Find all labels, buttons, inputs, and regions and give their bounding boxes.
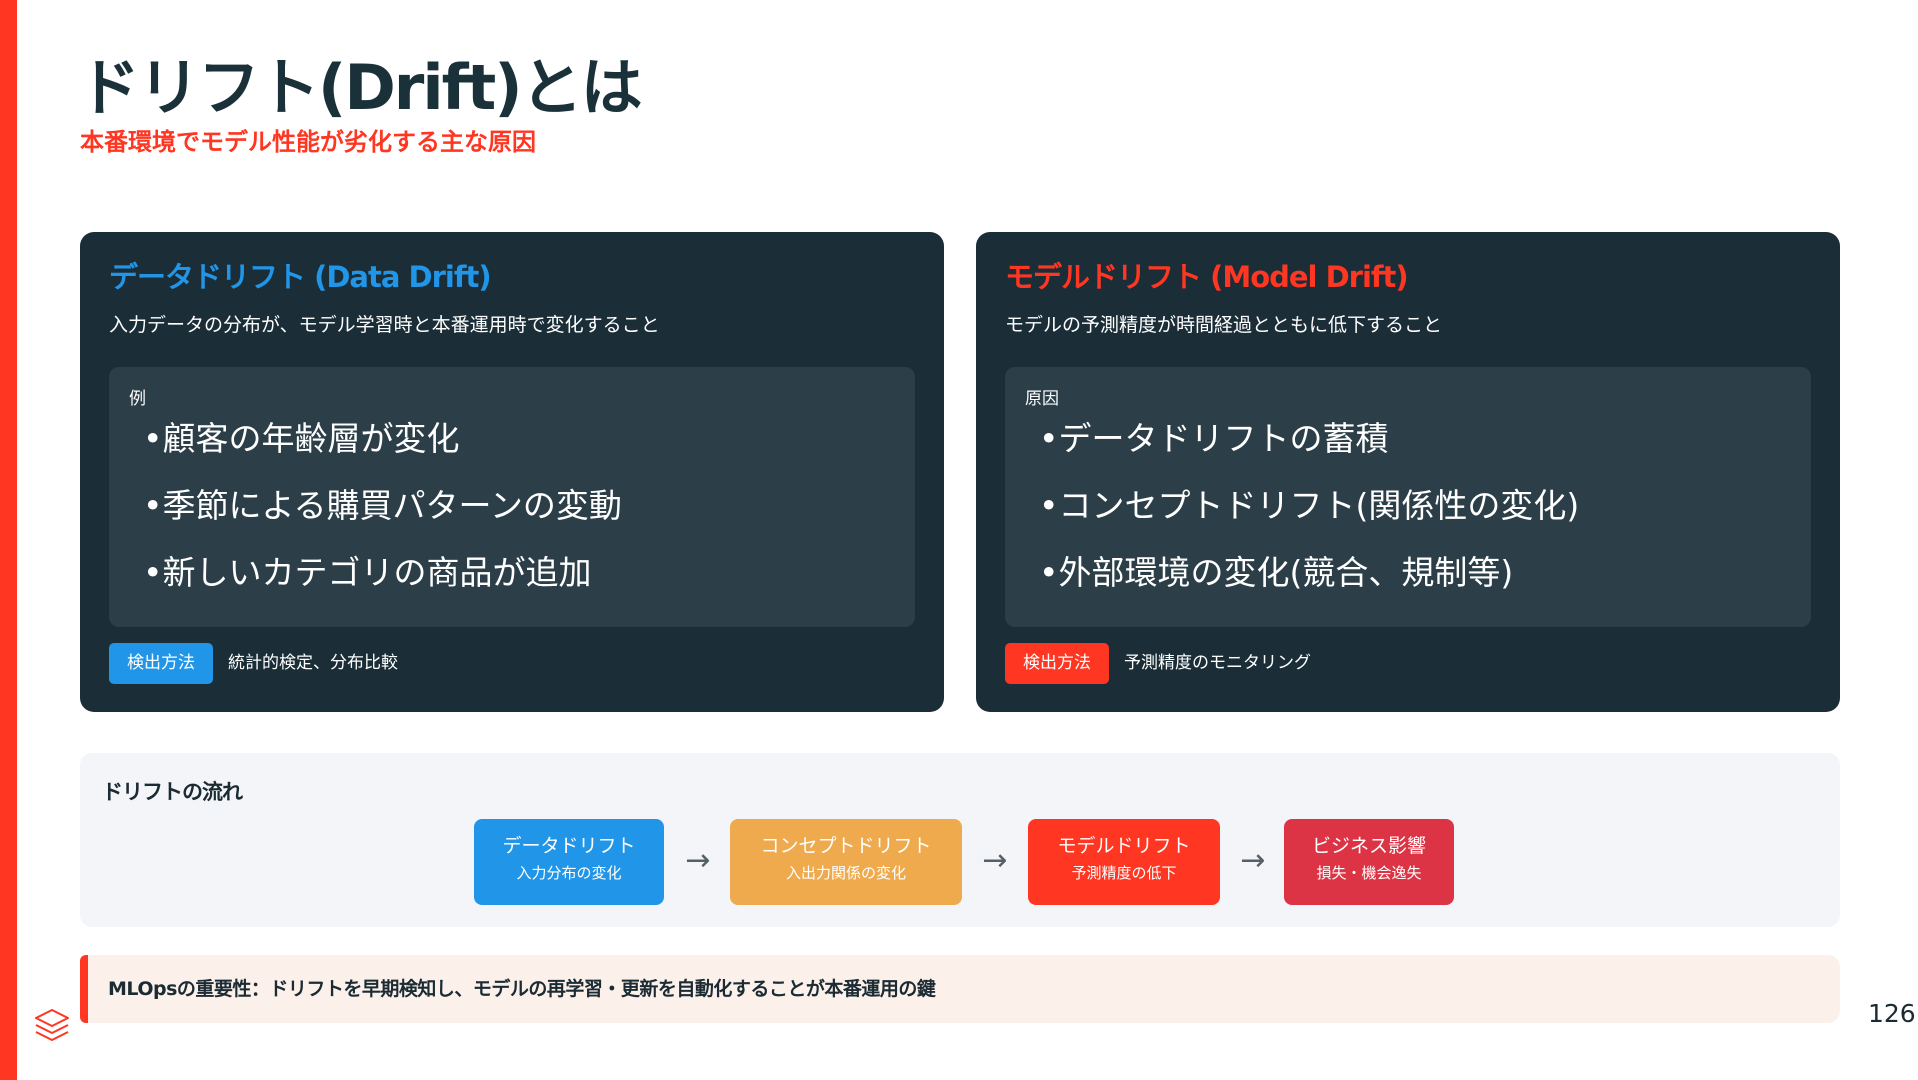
- drift-flow-panel: ドリフトの流れ データドリフト 入力分布の変化 → コンセプトドリフト 入出力関…: [80, 753, 1840, 927]
- examples-label: 例: [129, 389, 146, 409]
- card-description: モデルの予測精度が時間経過とともに低下すること: [1005, 314, 1443, 336]
- data-drift-card: データドリフト (Data Drift) 入力データの分布が、モデル学習時と本番…: [80, 232, 944, 712]
- flow-step-subtitle: 入力分布の変化: [516, 864, 622, 882]
- causes-list: データドリフトの蓄積 コンセプトドリフト(関係性の変化) 外部環境の変化(競合、…: [1039, 419, 1579, 620]
- mlops-importance-note: MLOpsの重要性：ドリフトを早期検知し、モデルの再学習・更新を自動化することが…: [80, 955, 1840, 1023]
- causes-panel: 原因 データドリフトの蓄積 コンセプトドリフト(関係性の変化) 外部環境の変化(…: [1005, 367, 1811, 627]
- arrow-right-icon: →: [685, 843, 711, 878]
- card-description: 入力データの分布が、モデル学習時と本番運用時で変化すること: [109, 314, 660, 336]
- detection-method-badge: 検出方法: [1005, 643, 1109, 684]
- layers-logo-icon: [35, 1009, 69, 1041]
- detection-method-text: 予測精度のモニタリング: [1124, 653, 1311, 673]
- page-number: 126: [1868, 999, 1916, 1028]
- flow-step-title: ビジネス影響: [1311, 835, 1426, 857]
- flow-step-data-drift: データドリフト 入力分布の変化: [474, 819, 664, 905]
- flow-step-subtitle: 入出力関係の変化: [785, 864, 906, 882]
- arrow-right-icon: →: [1240, 843, 1266, 878]
- detection-method-text: 統計的検定、分布比較: [228, 653, 398, 673]
- model-drift-card: モデルドリフト (Model Drift) モデルの予測精度が時間経過とともに低…: [976, 232, 1840, 712]
- flow-step-title: モデルドリフト: [1057, 835, 1191, 857]
- card-title: データドリフト (Data Drift): [109, 260, 492, 294]
- note-text: MLOpsの重要性：ドリフトを早期検知し、モデルの再学習・更新を自動化することが…: [108, 978, 936, 1000]
- list-item: 季節による購買パターンの変動: [143, 486, 621, 526]
- flow-step-title: データドリフト: [502, 835, 636, 857]
- detection-method-badge: 検出方法: [109, 643, 213, 684]
- flow-step-title: コンセプトドリフト: [760, 835, 932, 857]
- causes-label: 原因: [1025, 389, 1059, 409]
- page-title: ドリフト(Drift)とは: [78, 51, 643, 124]
- list-item: 外部環境の変化(競合、規制等): [1039, 553, 1579, 593]
- list-item: データドリフトの蓄積: [1039, 419, 1579, 459]
- examples-list: 顧客の年齢層が変化 季節による購買パターンの変動 新しいカテゴリの商品が追加: [143, 419, 622, 620]
- flow-step-model-drift: モデルドリフト 予測精度の低下: [1028, 819, 1220, 905]
- flow-step-business-impact: ビジネス影響 損失・機会逸失: [1284, 819, 1454, 905]
- flow-title: ドリフトの流れ: [102, 780, 243, 804]
- arrow-right-icon: →: [982, 843, 1008, 878]
- list-item: 新しいカテゴリの商品が追加: [143, 553, 622, 593]
- flow-step-subtitle: 損失・機会逸失: [1316, 864, 1422, 882]
- list-item: 顧客の年齢層が変化: [143, 419, 622, 459]
- page-subtitle: 本番環境でモデル性能が劣化する主な原因: [80, 128, 536, 156]
- flow-step-subtitle: 予測精度の低下: [1071, 864, 1177, 882]
- flow-step-concept-drift: コンセプトドリフト 入出力関係の変化: [730, 819, 962, 905]
- examples-panel: 例 顧客の年齢層が変化 季節による購買パターンの変動 新しいカテゴリの商品が追加: [109, 367, 915, 627]
- list-item: コンセプトドリフト(関係性の変化): [1039, 486, 1579, 526]
- accent-bar: [0, 0, 17, 1080]
- card-title: モデルドリフト (Model Drift): [1005, 260, 1409, 294]
